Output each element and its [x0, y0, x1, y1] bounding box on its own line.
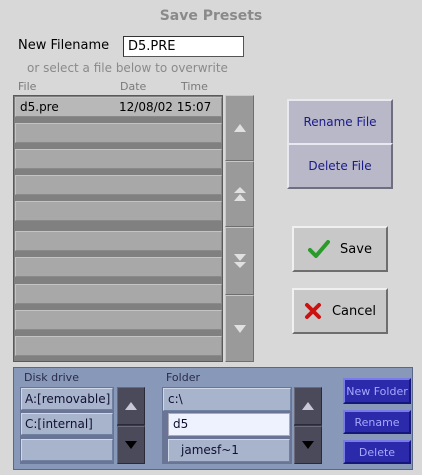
folder-scroll-up-button[interactable]: [294, 387, 322, 425]
folder-item[interactable]: c:\: [163, 388, 291, 411]
save-button[interactable]: Save: [292, 226, 388, 272]
page-down-button[interactable]: [225, 227, 254, 295]
file-datetime: 12/08/02 15:07: [119, 100, 212, 114]
file-row-empty[interactable]: [15, 149, 222, 169]
arrow-up-icon: [302, 402, 314, 410]
disk-drive-label: Disk drive: [24, 371, 79, 384]
drive-item-empty[interactable]: [21, 439, 113, 461]
dialog-title: Save Presets: [159, 8, 263, 24]
disk-drive-list: A:[removable] C:[internal]: [20, 387, 114, 464]
folder-scrollbar: [294, 387, 322, 464]
folder-scroll-down-button[interactable]: [294, 426, 322, 464]
scroll-up-button[interactable]: [225, 95, 254, 161]
arrow-up-icon: [233, 124, 246, 132]
double-arrow-down-icon: [233, 254, 246, 268]
file-row[interactable]: d5.pre 12/08/02 15:07: [15, 97, 222, 117]
drive-scroll-down-button[interactable]: [117, 426, 145, 464]
file-row-empty[interactable]: [15, 257, 222, 277]
folder-label: Folder: [166, 371, 200, 384]
new-folder-button[interactable]: New Folder: [343, 378, 411, 404]
rename-file-button[interactable]: Rename File: [287, 99, 393, 145]
file-row-empty[interactable]: [15, 123, 222, 143]
arrow-down-icon: [233, 324, 246, 333]
checkmark-icon: [308, 240, 331, 258]
drive-scrollbar: [117, 387, 145, 464]
column-header-time: Time: [181, 80, 208, 93]
scroll-down-button[interactable]: [225, 295, 254, 362]
file-list: d5.pre 12/08/02 15:07: [13, 95, 223, 362]
drive-item[interactable]: C:[internal]: [21, 413, 113, 435]
drive-scroll-up-button[interactable]: [117, 387, 145, 425]
file-row-empty[interactable]: [15, 175, 222, 195]
delete-folder-button[interactable]: Delete: [343, 440, 411, 464]
file-list-scrollbar: [225, 95, 254, 362]
file-row-empty[interactable]: [15, 284, 222, 304]
folder-item[interactable]: jamesf~1: [168, 439, 290, 462]
rename-folder-button[interactable]: Rename: [343, 410, 411, 434]
arrow-down-icon: [125, 441, 137, 449]
file-browser-panel: Disk drive Folder A:[removable] C:[inter…: [13, 367, 413, 470]
file-row-empty[interactable]: [15, 336, 222, 356]
drive-item[interactable]: A:[removable]: [21, 388, 113, 410]
save-label: Save: [340, 241, 372, 257]
x-icon: [304, 303, 321, 319]
cancel-button[interactable]: Cancel: [292, 288, 388, 334]
column-header-file: File: [18, 80, 37, 93]
file-row-empty[interactable]: [15, 231, 222, 251]
cancel-label: Cancel: [331, 303, 377, 319]
file-row-empty[interactable]: [15, 310, 222, 330]
delete-file-button[interactable]: Delete File: [287, 143, 393, 189]
column-header-date: Date: [120, 80, 147, 93]
file-row-empty[interactable]: [15, 201, 222, 221]
arrow-down-icon: [302, 441, 314, 449]
arrow-up-icon: [125, 402, 137, 410]
double-arrow-up-icon: [233, 187, 246, 201]
new-filename-input[interactable]: D5.PRE: [123, 36, 244, 57]
page-up-button[interactable]: [225, 161, 254, 227]
folder-list: c:\ d5 jamesf~1: [162, 387, 292, 464]
overwrite-hint: or select a file below to overwrite: [27, 61, 228, 75]
file-name: d5.pre: [20, 100, 59, 114]
folder-item-selected[interactable]: d5: [168, 413, 290, 436]
new-filename-label: New Filename: [18, 38, 110, 53]
